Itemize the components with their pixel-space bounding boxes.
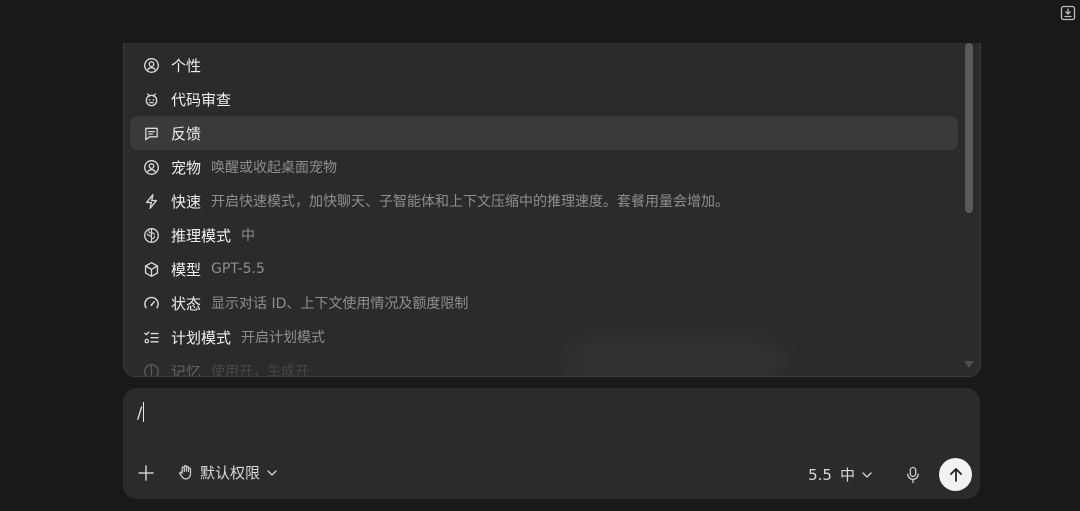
- command-label: 推理模式: [171, 226, 232, 245]
- arrow-up-icon: [949, 467, 962, 482]
- command-item-code-review[interactable]: 代码审查: [130, 82, 958, 116]
- composer-toolbar-left: 默认权限: [137, 462, 278, 483]
- plus-icon: [138, 464, 154, 481]
- app-window: 个性 代码审查 反馈 宠物 唤醒或收起桌面宠物 快速 开启快速模式，加快聊天、子…: [0, 0, 1080, 511]
- command-item-feedback[interactable]: 反馈: [130, 116, 958, 150]
- command-label: 反馈: [171, 124, 202, 143]
- command-label: 模型: [171, 260, 202, 279]
- command-item-reasoning-mode[interactable]: 推理模式 中: [130, 218, 958, 252]
- chevron-down-icon: [862, 471, 872, 478]
- message-input[interactable]: /: [137, 402, 145, 422]
- menu-scrollbar[interactable]: [963, 43, 974, 376]
- command-item-memory[interactable]: 记忆 使用开，生成开: [130, 354, 958, 377]
- command-item-personality[interactable]: 个性: [130, 48, 958, 82]
- reasoning-level: 中: [839, 466, 855, 484]
- pet-icon: [142, 158, 160, 176]
- command-item-pet[interactable]: 宠物 唤醒或收起桌面宠物: [130, 150, 958, 184]
- microphone-icon: [907, 466, 919, 483]
- model-version: 5.5: [808, 465, 832, 484]
- message-square-icon: [142, 124, 160, 142]
- collapse-panel-icon[interactable]: [1060, 5, 1076, 21]
- command-description: 开启计划模式: [241, 330, 326, 346]
- command-description: 开启快速模式，加快聊天、子智能体和上下文压缩中的推理速度。套餐用量会增加。: [211, 194, 730, 210]
- command-item-status[interactable]: 状态 显示对话 ID、上下文使用情况及额度限制: [130, 286, 958, 320]
- checklist-icon: [142, 328, 160, 346]
- input-text: /: [137, 402, 143, 422]
- command-label: 状态: [171, 294, 202, 313]
- command-item-model[interactable]: 模型 GPT-5.5: [130, 252, 958, 286]
- send-button[interactable]: [939, 458, 972, 491]
- command-label: 计划模式: [171, 328, 232, 347]
- gauge-icon: [142, 294, 160, 312]
- message-composer: / 默认权限 5.5 中: [123, 388, 980, 499]
- bug-icon: [142, 90, 160, 108]
- lightning-icon: [142, 192, 160, 210]
- add-attachment-button[interactable]: [137, 464, 155, 482]
- permission-selector[interactable]: 默认权限: [177, 462, 278, 483]
- command-description: 显示对话 ID、上下文使用情况及额度限制: [211, 296, 469, 312]
- background-blur: [564, 341, 784, 376]
- command-description: 中: [241, 228, 256, 244]
- permission-label: 默认权限: [200, 464, 261, 482]
- command-label: 快速: [171, 192, 202, 211]
- command-label: 代码审查: [171, 90, 232, 109]
- memory-icon: [142, 362, 160, 376]
- command-item-fast[interactable]: 快速 开启快速模式，加快聊天、子智能体和上下文压缩中的推理速度。套餐用量会增加。: [130, 184, 958, 218]
- command-description: GPT-5.5: [211, 261, 265, 277]
- command-label: 个性: [171, 56, 202, 75]
- model-selector[interactable]: 5.5 中: [808, 464, 873, 485]
- command-description: 使用开，生成开: [211, 364, 310, 377]
- command-label: 记忆: [171, 362, 202, 377]
- command-list: 个性 代码审查 反馈 宠物 唤醒或收起桌面宠物 快速 开启快速模式，加快聊天、子…: [124, 48, 964, 377]
- slash-command-menu: 个性 代码审查 反馈 宠物 唤醒或收起桌面宠物 快速 开启快速模式，加快聊天、子…: [123, 43, 981, 377]
- command-item-plan-mode[interactable]: 计划模式 开启计划模式: [130, 320, 958, 354]
- chevron-down-icon: [267, 469, 277, 476]
- voice-input-button[interactable]: [905, 466, 921, 484]
- scroll-down-arrow-icon[interactable]: [964, 361, 974, 368]
- cube-icon: [142, 260, 160, 278]
- brain-icon: [142, 226, 160, 244]
- composer-toolbar-right: 5.5 中: [808, 458, 972, 491]
- hand-icon: [179, 465, 192, 480]
- text-caret: [143, 402, 145, 422]
- command-description: 唤醒或收起桌面宠物: [211, 160, 338, 176]
- command-label: 宠物: [171, 158, 202, 177]
- user-circle-icon: [142, 56, 160, 74]
- scrollbar-thumb[interactable]: [965, 43, 973, 213]
